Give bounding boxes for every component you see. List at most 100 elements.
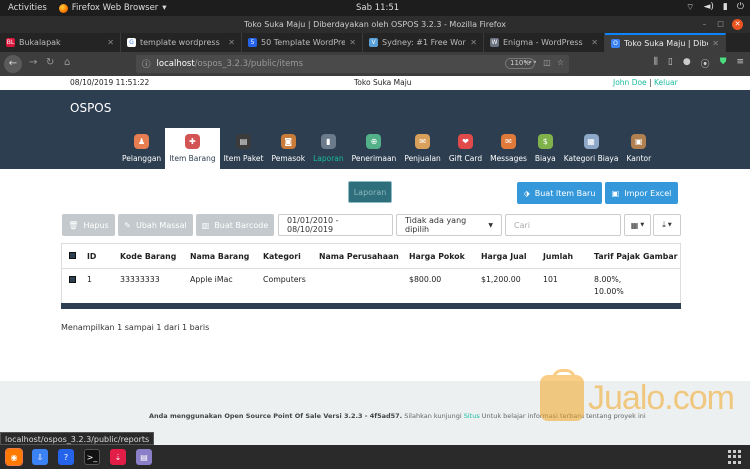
close-tab-icon[interactable]: ✕ [349, 38, 356, 47]
maximize-icon[interactable]: □ [715, 19, 726, 30]
close-tab-icon[interactable]: ✕ [107, 38, 114, 47]
module-customers[interactable]: ♟ Pelanggan [118, 128, 165, 169]
barcode-icon: ▥ [201, 220, 210, 230]
module-label: Penerimaan [351, 154, 397, 163]
footer-pre: Silahkan kunjungi [402, 412, 464, 420]
dock-firefox-icon[interactable]: ◉ [5, 448, 23, 466]
sales-icon: ✉ [415, 134, 431, 149]
col-header-name[interactable]: Nama Barang [190, 252, 249, 261]
col-header-tax[interactable]: Tarif Pajak [594, 252, 640, 261]
url-path: /ospos_3.2.3/public/items [194, 59, 304, 69]
home-icon[interactable]: ⌂ [64, 57, 70, 68]
close-tab-icon[interactable]: ✕ [470, 38, 477, 47]
download-icon: ⤓ [662, 220, 666, 229]
user-name-link[interactable]: John Doe [613, 78, 647, 87]
col-header-company[interactable]: Nama Perusahaan [319, 252, 399, 261]
url-host: localhost [156, 59, 195, 69]
app-menu-label: Firefox Web Browser [71, 3, 159, 13]
date-range-input[interactable]: 01/01/2010 - 08/10/2019 [278, 214, 393, 236]
module-item-kits[interactable]: ▤ Item Paket [220, 128, 268, 169]
row-checkbox[interactable] [69, 276, 76, 283]
activities-button[interactable]: Activities [8, 3, 47, 13]
new-item-button[interactable]: ⬗ Buat Item Baru [517, 182, 602, 204]
close-tab-icon[interactable]: ✕ [591, 38, 598, 47]
dock-installer-icon[interactable]: ⇣ [110, 449, 126, 465]
reports-icon: ▮ [320, 134, 336, 149]
select-all-checkbox[interactable] [69, 252, 76, 259]
module-sales[interactable]: ✉ Penjualan [400, 128, 445, 169]
tab-4[interactable]: V Sydney: #1 Free Word ✕ [363, 33, 484, 52]
dock-terminal-icon[interactable]: >_ [84, 449, 100, 465]
logout-link[interactable]: Keluar [654, 78, 678, 87]
url-bar[interactable]: ⓘ localhost/ospos_3.2.3/public/items 110… [136, 55, 569, 73]
module-giftcard[interactable]: ❤ Gift Card [445, 128, 486, 169]
ospos-icon: O [611, 39, 620, 48]
tab-5[interactable]: W Enigma - WordPress ✕ [484, 33, 605, 52]
tab-2[interactable]: Gtemplate wordpress ✕ [121, 33, 242, 52]
filter-select[interactable]: Tidak ada yang dipilih ▼ [396, 214, 502, 236]
module-reports[interactable]: ▮ Laporan [309, 128, 348, 169]
module-expense-categories[interactable]: ▦ Kategori Biaya [560, 128, 623, 169]
show-apps-icon[interactable] [728, 450, 742, 464]
import-excel-label: Impor Excel [624, 188, 672, 198]
col-header-qty[interactable]: Jumlah [543, 252, 573, 261]
module-messages[interactable]: ✉ Messages [486, 128, 531, 169]
module-items[interactable]: ✚ Item Barang [165, 128, 220, 169]
reports-button[interactable]: Laporan [348, 181, 392, 203]
page-actions-icon[interactable]: ••• [523, 58, 537, 67]
dock-help-icon[interactable]: ? [58, 449, 74, 465]
bulk-edit-button[interactable]: ✎ Ubah Massal [118, 214, 193, 236]
item-kits-icon: ▤ [236, 134, 252, 149]
profile-icon[interactable]: ● [683, 57, 691, 70]
app-menu[interactable]: Firefox Web Browser ▾ [58, 3, 167, 13]
module-office[interactable]: ▣ Kantor [622, 128, 655, 169]
items-table: ID Kode Barang Nama Barang Kategori Nama… [61, 243, 681, 305]
col-header-id[interactable]: ID [87, 252, 96, 261]
col-header-category[interactable]: Kategori [263, 252, 301, 261]
library-icon[interactable]: ⫼ [654, 57, 658, 70]
col-header-code[interactable]: Kode Barang [120, 252, 176, 261]
sidebar-icon[interactable]: ▯ [668, 57, 673, 70]
app-topbar: 08/10/2019 11:51:22 Toko Suka Maju John … [0, 76, 750, 90]
table-scrollbar[interactable] [61, 303, 681, 309]
tab-3[interactable]: 5 50 Template WordPre ✕ [242, 33, 363, 52]
close-window-icon[interactable]: ✕ [732, 19, 743, 30]
tab-1[interactable]: BL Bukalapak ✕ [0, 33, 121, 52]
system-tray[interactable]: ⌔ ◄) ▮ ⏻ [686, 2, 744, 13]
module-expenses[interactable]: $ Biaya [531, 128, 560, 169]
extension-icon[interactable]: ⦿ [701, 57, 710, 70]
module-label: Item Paket [223, 154, 264, 163]
module-label: Penjualan [404, 154, 441, 163]
search-input[interactable]: Cari [505, 214, 621, 236]
forward-icon[interactable]: → [29, 57, 37, 68]
dock-downloads-icon[interactable]: ⇩ [32, 449, 48, 465]
module-receivings[interactable]: ⊕ Penerimaan [348, 128, 401, 169]
reload-icon[interactable]: ↻ [46, 57, 54, 68]
info-icon[interactable]: ⓘ [142, 58, 151, 70]
back-icon[interactable]: ← [4, 55, 22, 73]
dock-app-icon[interactable]: ▤ [136, 449, 152, 465]
footer-site-link[interactable]: Situs [464, 412, 480, 420]
col-header-price[interactable]: Harga Jual [481, 252, 527, 261]
cell-price: $1,200.00 [481, 275, 521, 284]
columns-toggle-button[interactable]: ▦ ▼ [624, 214, 651, 236]
module-suppliers[interactable]: ◙ Pemasok [267, 128, 309, 169]
barcode-button[interactable]: ▥ Buat Barcode [196, 214, 274, 236]
import-excel-button[interactable]: ▣ Impor Excel [605, 182, 678, 204]
close-tab-icon[interactable]: ✕ [712, 39, 719, 48]
module-label: Pelanggan [122, 154, 162, 163]
col-header-cost[interactable]: Harga Pokok [409, 252, 465, 261]
pocket-icon[interactable]: ◫ [543, 58, 551, 67]
bookmark-star-icon[interactable]: ☆ [557, 58, 564, 67]
menu-icon[interactable]: ≡ [736, 57, 744, 70]
minimize-icon[interactable]: – [699, 19, 710, 30]
clock[interactable]: Sab 11:51 [356, 3, 399, 13]
delete-button[interactable]: 🗑 Hapus [62, 214, 115, 236]
col-header-image[interactable]: Gambar [643, 252, 677, 261]
export-button[interactable]: ⤓ ▼ [653, 214, 681, 236]
tab-6[interactable]: O Toko Suka Maju | Diber ✕ [605, 33, 726, 52]
shield-icon[interactable]: ⛊ [720, 57, 727, 70]
brand-logo[interactable]: OSPOS [70, 101, 111, 115]
close-tab-icon[interactable]: ✕ [228, 38, 235, 47]
user-area: John Doe | Keluar [613, 78, 678, 87]
